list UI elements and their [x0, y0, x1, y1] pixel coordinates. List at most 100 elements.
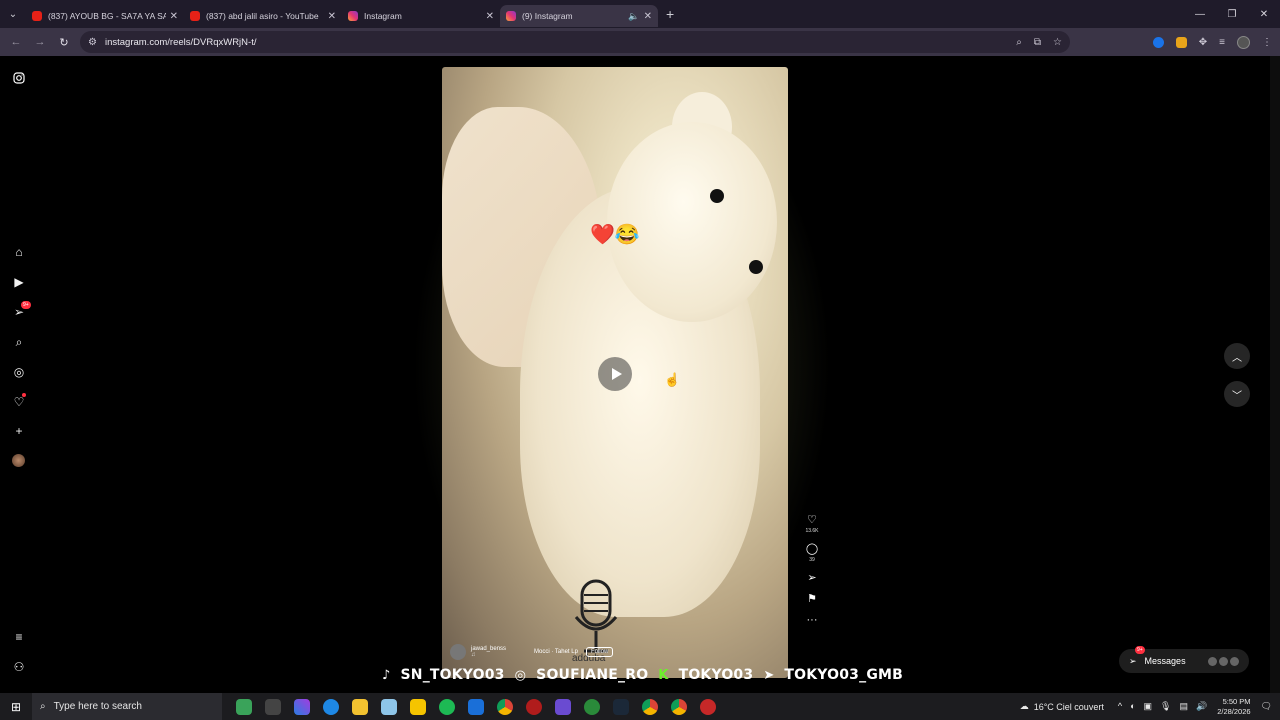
like-count: 13.6K: [805, 528, 819, 534]
media-control-icon[interactable]: ≡: [1219, 37, 1225, 48]
save-action[interactable]: ⚑: [807, 593, 817, 605]
close-tab-icon[interactable]: ✕: [328, 11, 336, 22]
widget-icon[interactable]: [236, 698, 252, 715]
tab-title: (837) abd jalil asiro - YouTube: [206, 11, 319, 21]
audio-icon: ♫: [471, 652, 476, 658]
close-tab-icon[interactable]: ✕: [486, 11, 494, 22]
obs-icon[interactable]: [700, 698, 716, 715]
comment-action[interactable]: ◯ 39: [806, 543, 818, 563]
tab-search-icon[interactable]: ⌄: [0, 0, 26, 28]
more-apps-icon[interactable]: ⚇: [11, 659, 27, 675]
network-icon[interactable]: ▤: [1179, 701, 1188, 712]
notifications-icon[interactable]: 🗨: [1261, 701, 1272, 712]
audio-track[interactable]: Mocci · Tahet Lp: [534, 649, 578, 655]
close-tab-icon[interactable]: ✕: [644, 11, 652, 22]
home-icon[interactable]: ⌂: [11, 244, 27, 260]
like-action[interactable]: ♡ 13.6K: [805, 514, 818, 534]
tab-strip: ⌄ (837) AYOUB BG - SA7A YA SA7 ✕ (837) a…: [0, 0, 1280, 28]
create-plus-icon[interactable]: +: [11, 423, 27, 439]
notepad-icon[interactable]: [381, 698, 397, 715]
site-info-icon[interactable]: ⚙: [88, 37, 97, 48]
file-explorer-icon[interactable]: [352, 698, 368, 715]
chrome-icon[interactable]: [671, 698, 687, 715]
author-name[interactable]: jawad_benss: [471, 646, 506, 652]
reel-author-row: jawad_benss ♫ Mocci · Tahet Lp Follow: [450, 641, 780, 663]
steam-icon[interactable]: [613, 698, 629, 715]
more-dots-icon[interactable]: ···: [807, 614, 818, 626]
reload-icon[interactable]: ↻: [52, 36, 76, 49]
browser-tab-1[interactable]: (837) AYOUB BG - SA7A YA SA7 ✕: [26, 5, 184, 27]
heart-icon[interactable]: ♡: [807, 514, 817, 526]
page-scrollbar[interactable]: [1270, 56, 1280, 693]
close-window-icon[interactable]: ✕: [1248, 0, 1280, 28]
discord-icon[interactable]: [555, 698, 571, 715]
browser-tab-3[interactable]: Instagram ✕: [342, 5, 500, 27]
tiktok-icon: ♪: [382, 667, 391, 683]
close-tab-icon[interactable]: ✕: [170, 11, 178, 22]
reels-icon[interactable]: ▶: [11, 274, 27, 290]
chrome-icon[interactable]: [642, 698, 658, 715]
zoom-icon[interactable]: ⌕: [1016, 37, 1022, 48]
comment-count: 39: [809, 557, 815, 563]
minimize-icon[interactable]: —: [1184, 0, 1216, 28]
app-icon[interactable]: [526, 698, 542, 715]
copilot-icon[interactable]: [294, 698, 310, 715]
new-tab-button[interactable]: +: [666, 6, 674, 22]
reel-actions: ♡ 13.6K ◯ 39 ➢ ⚑ ···: [801, 514, 823, 635]
browser-tab-2[interactable]: (837) abd jalil asiro - YouTube ✕: [184, 5, 342, 27]
speaker-icon[interactable]: 🔈: [628, 11, 639, 22]
url-text[interactable]: instagram.com/reels/DVRqxWRjN-t/: [105, 37, 257, 48]
profile-avatar[interactable]: [12, 454, 25, 467]
browser-tab-4[interactable]: (9) Instagram 🔈 ✕: [500, 5, 658, 27]
bookmark-star-icon[interactable]: ☆: [1053, 37, 1062, 48]
next-reel-button[interactable]: ﹀: [1224, 381, 1250, 407]
clock[interactable]: 5:50 PM 2/28/2026: [1217, 697, 1250, 717]
menu-hamburger-icon[interactable]: ≡: [11, 629, 27, 645]
spotify-icon[interactable]: [439, 698, 455, 715]
profile-avatar[interactable]: [1237, 35, 1250, 49]
outlook-icon[interactable]: [468, 698, 484, 715]
address-bar[interactable]: ⚙ instagram.com/reels/DVRqxWRjN-t/ ⌕ ⧉ ☆: [80, 31, 1070, 53]
tray-app-icon[interactable]: ◐: [1130, 701, 1135, 712]
upwork-icon[interactable]: [584, 698, 600, 715]
microphone-tray-icon[interactable]: 🎙: [1160, 701, 1171, 712]
chrome-icon[interactable]: [497, 698, 513, 715]
search-icon[interactable]: ⌕: [11, 334, 27, 350]
youtube-icon: [32, 11, 42, 21]
share-icon[interactable]: ➢: [807, 572, 816, 584]
windows-start-icon[interactable]: ⊞: [0, 700, 32, 714]
taskbar-search[interactable]: ⌕ Type here to search: [32, 693, 222, 720]
edge-icon[interactable]: [323, 698, 339, 715]
share-action[interactable]: ➢: [807, 572, 816, 584]
messages-button[interactable]: ➢ 9+ Messages: [1119, 646, 1249, 673]
chevron-up-icon[interactable]: ^: [1118, 701, 1122, 712]
tab-title: (837) AYOUB BG - SA7A YA SA7: [48, 11, 166, 21]
menu-kebab-icon[interactable]: ⋮: [1262, 37, 1272, 48]
volume-icon[interactable]: 🔊: [1196, 701, 1207, 712]
extensions-puzzle-icon[interactable]: ✥: [1199, 37, 1207, 48]
extension-icon[interactable]: [1152, 36, 1164, 48]
install-app-icon[interactable]: ⧉: [1034, 37, 1041, 48]
time: 5:50 PM: [1222, 696, 1251, 706]
follow-button[interactable]: Follow: [585, 647, 614, 657]
restore-icon[interactable]: ❐: [1216, 0, 1248, 28]
store-icon[interactable]: [410, 698, 426, 715]
bookmark-icon[interactable]: ⚑: [807, 593, 817, 605]
more-action[interactable]: ···: [807, 614, 818, 626]
window-controls: — ❐ ✕: [1184, 0, 1280, 28]
task-view-icon[interactable]: [265, 698, 281, 715]
notification-dot: [22, 393, 26, 397]
instagram-logo-icon[interactable]: [11, 70, 27, 86]
weather-widget[interactable]: ☁ 16°C Ciel couvert: [1020, 701, 1104, 712]
extension-icon[interactable]: [1175, 36, 1187, 48]
explore-icon[interactable]: ◎: [11, 364, 27, 380]
play-button[interactable]: [598, 357, 632, 391]
streamer-watermark: ♪ SN_TOKYO03 ◎ SOUFIANE_RO K TOKYO03 ➤ T…: [382, 664, 903, 686]
reel-nav: ︿ ﹀: [1224, 343, 1250, 419]
forward-icon[interactable]: →: [28, 36, 52, 48]
comment-icon[interactable]: ◯: [806, 543, 818, 555]
previous-reel-button[interactable]: ︿: [1224, 343, 1250, 369]
author-avatar[interactable]: [450, 644, 466, 660]
back-icon[interactable]: ←: [4, 36, 28, 48]
tray-app-icon[interactable]: ▣: [1144, 701, 1153, 712]
